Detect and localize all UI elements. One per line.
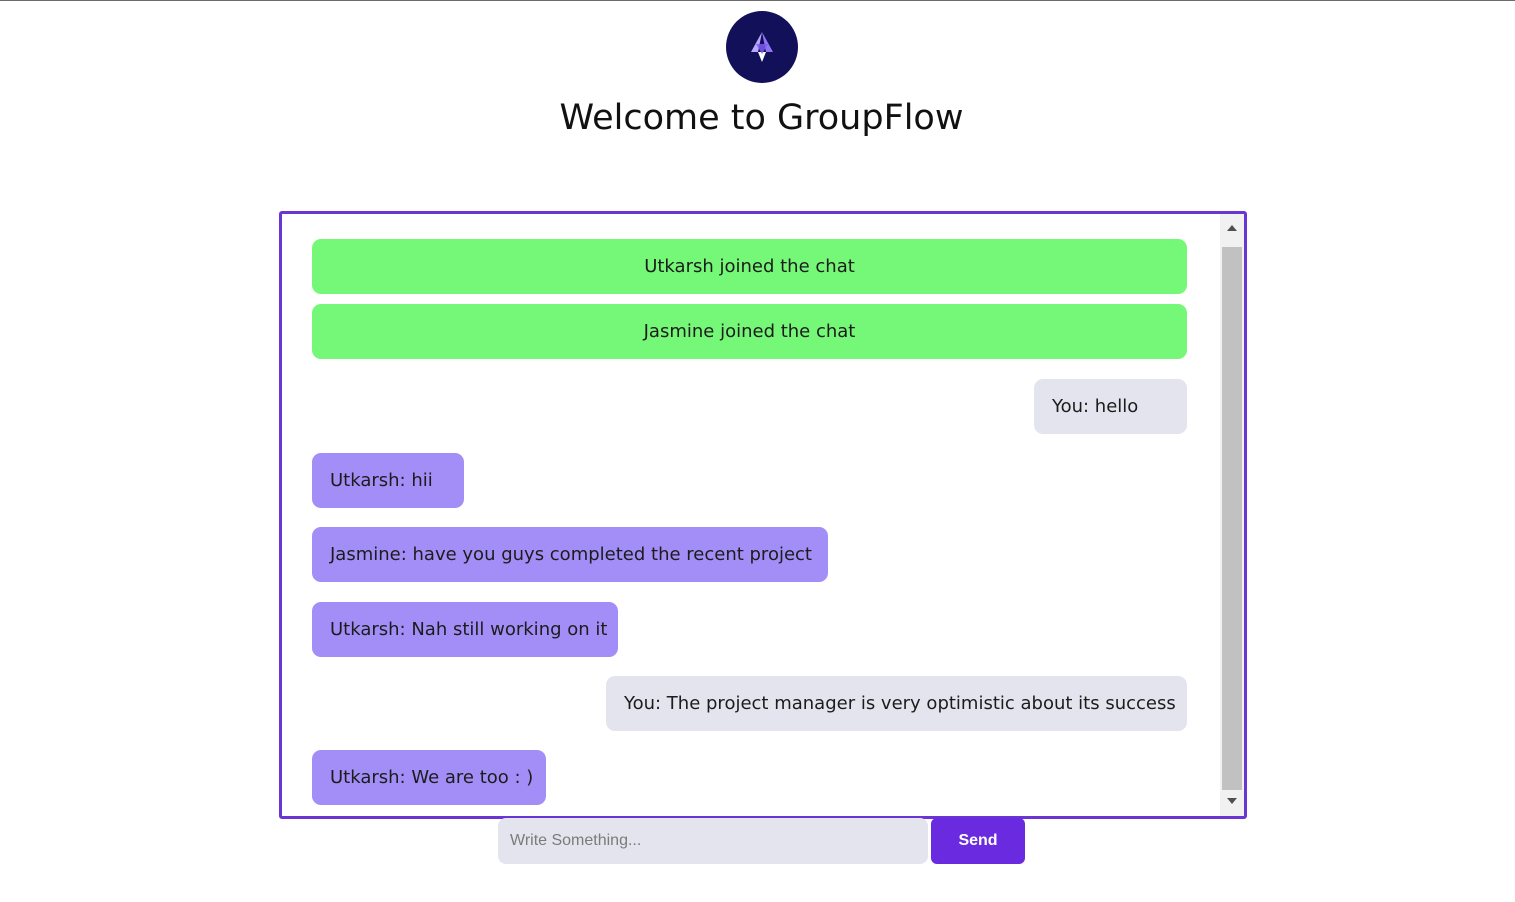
triangle-up-icon[interactable] [1220, 218, 1244, 238]
incoming-message: Jasmine: have you guys completed the rec… [312, 527, 828, 582]
message-list: Utkarsh joined the chat Jasmine joined t… [282, 214, 1220, 816]
scroll-thumb[interactable] [1222, 247, 1242, 790]
top-divider [0, 0, 1515, 1]
chat-window[interactable]: Utkarsh joined the chat Jasmine joined t… [279, 211, 1247, 819]
system-message: Jasmine joined the chat [312, 304, 1187, 359]
chat-scrollbar[interactable] [1220, 214, 1244, 816]
incoming-message: Utkarsh: hii [312, 453, 464, 508]
groupflow-logo-icon [726, 11, 798, 83]
incoming-message: Utkarsh: Nah still working on it [312, 602, 618, 657]
system-message: Utkarsh joined the chat [312, 239, 1187, 294]
message-input[interactable] [498, 818, 928, 864]
incoming-message: Utkarsh: We are too : ) [312, 750, 546, 805]
outgoing-message: You: The project manager is very optimis… [606, 676, 1187, 731]
outgoing-message: You: hello [1034, 379, 1187, 434]
message-composer: Send [498, 818, 1026, 864]
page-title: Welcome to GroupFlow [559, 98, 964, 138]
triangle-down-icon[interactable] [1220, 791, 1244, 811]
send-button[interactable]: Send [931, 818, 1025, 864]
